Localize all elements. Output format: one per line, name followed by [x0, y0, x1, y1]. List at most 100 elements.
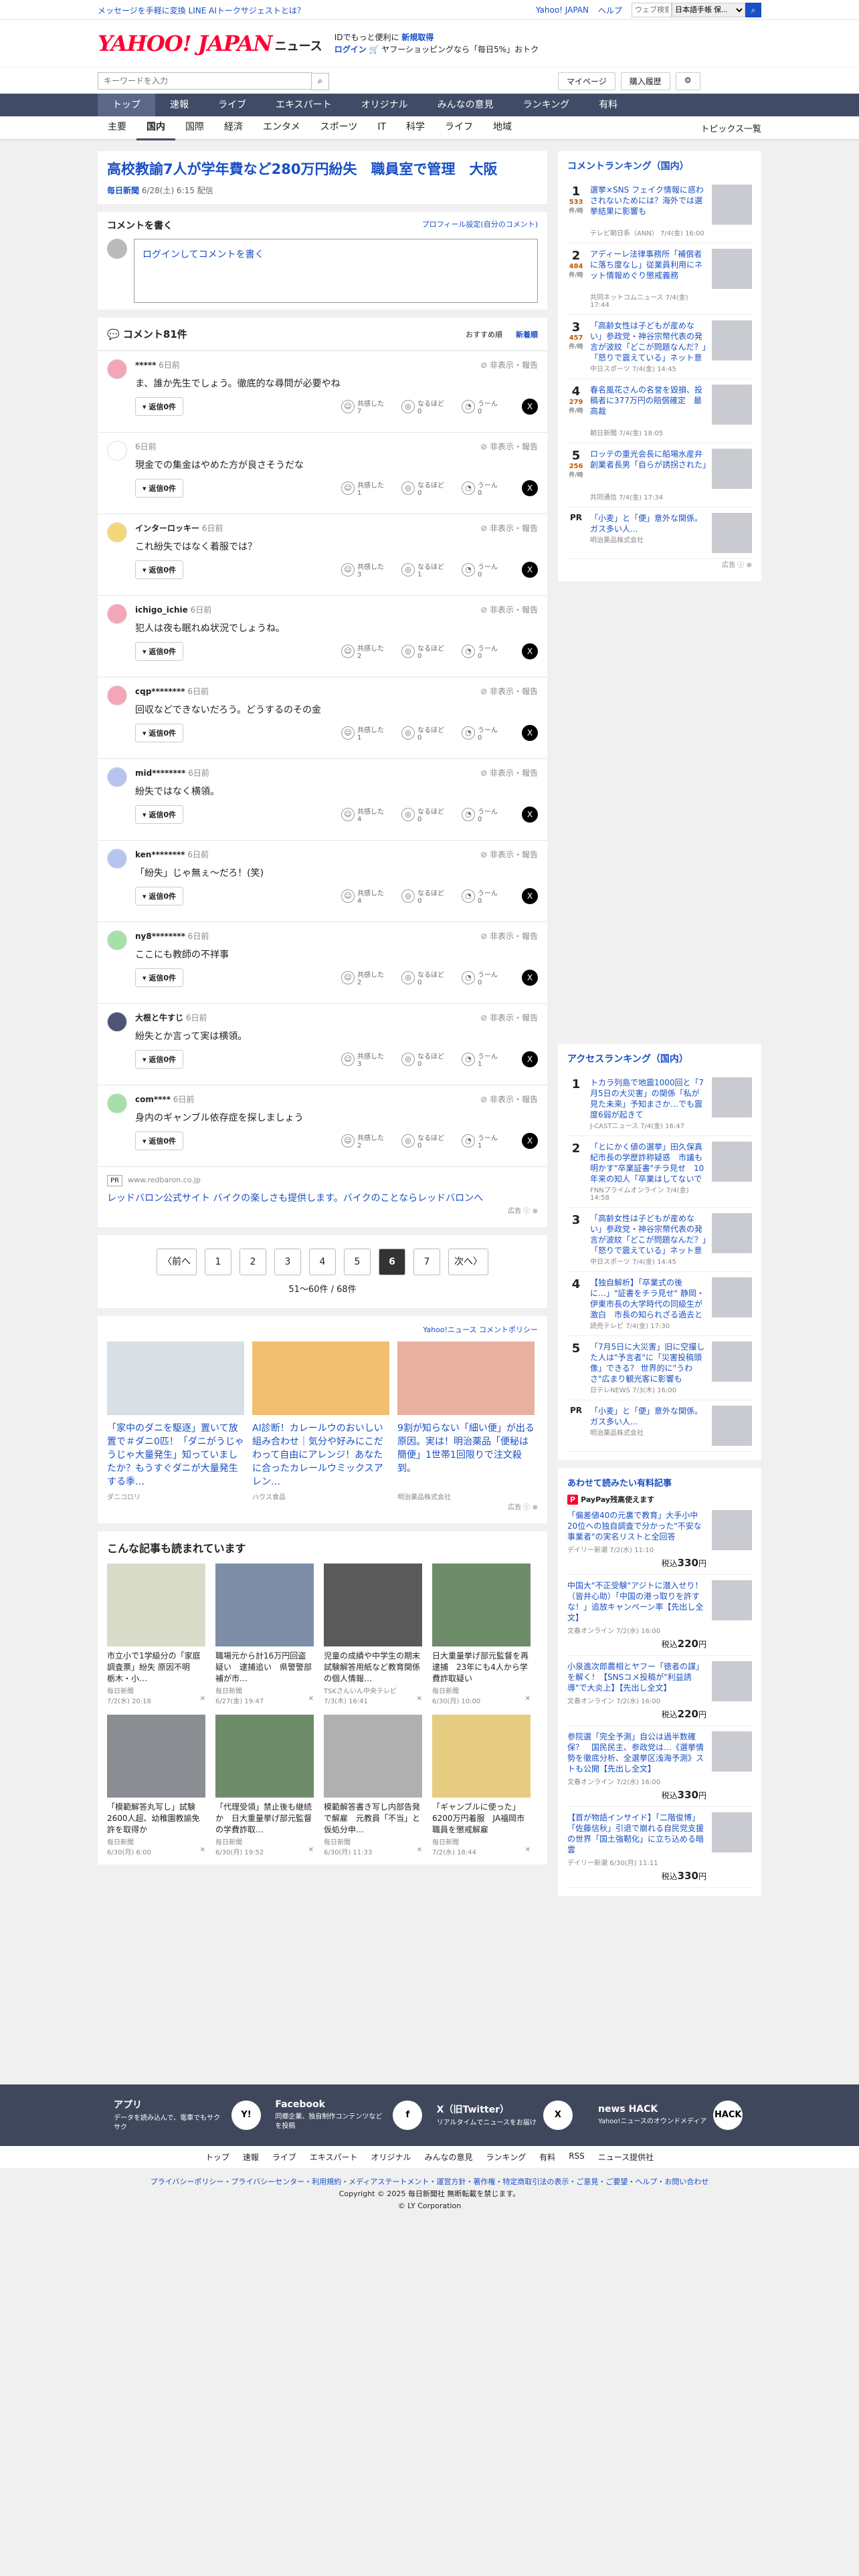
- close-icon[interactable]: ✕: [525, 1846, 531, 1856]
- cat-domestic[interactable]: 国内: [136, 116, 175, 140]
- x-share-icon[interactable]: X: [522, 1051, 538, 1067]
- login-link[interactable]: ログイン: [335, 45, 367, 54]
- report-link[interactable]: ⊘ 非表示・報告: [480, 522, 538, 534]
- insight-button[interactable]: ◎ なるほど 0: [401, 398, 455, 415]
- access-item[interactable]: 4 【独自解析】「卒業式の後に…」"証書をチラ見せ" 静岡・伊東市長の大学時代の同…: [567, 1272, 752, 1336]
- close-icon[interactable]: ✕: [200, 1846, 205, 1856]
- access-item[interactable]: 1 トカラ列島で地震1000回と「7月5日の大災害」の関係「私が見た未来」予知まさ…: [567, 1072, 752, 1136]
- sort-newest[interactable]: 新着順: [516, 329, 538, 340]
- footer-link[interactable]: 速報: [243, 2151, 259, 2163]
- insight-button[interactable]: ◎ なるほど 1: [401, 561, 455, 578]
- keyword-input[interactable]: [98, 72, 312, 90]
- page-1-button[interactable]: 1: [205, 1249, 231, 1275]
- comment-author[interactable]: ichigo_ichie: [135, 605, 188, 615]
- footer-app-link[interactable]: news HACK Yahoo!ニュースのオウンドメディア HACK: [598, 2098, 745, 2133]
- close-icon[interactable]: ✕: [308, 1846, 314, 1856]
- reply-button[interactable]: ▾ 返信0件: [135, 805, 184, 824]
- article-title[interactable]: 高校教諭7人が学年費など280万円紛失 職員室で管理 大阪: [107, 159, 538, 179]
- x-share-icon[interactable]: X: [522, 643, 538, 659]
- access-item[interactable]: 5 「7月5日に大災害」旧に空撮した人は"予言者"に「災害投稿頭像」できる？ 世界…: [567, 1336, 752, 1400]
- cat-local[interactable]: 地域: [483, 116, 522, 140]
- page-6-button[interactable]: 6: [379, 1249, 405, 1275]
- comment-policy-link[interactable]: Yahoo!ニュース コメントポリシー: [107, 1324, 538, 1335]
- paid-article[interactable]: 小泉進次郎農相とヤフー「徳者の謀」を解く！【SNSコメ投稿が"利益誘導"で大炎上…: [567, 1656, 752, 1726]
- comment-author[interactable]: mid********: [135, 768, 185, 778]
- topics-list-link[interactable]: トピックス一覧: [700, 122, 761, 134]
- signup-link[interactable]: 新規取得: [401, 33, 434, 42]
- footer-app-link[interactable]: Facebook 同郷企業、独自制作コンテンツなどを投稿 f: [275, 2098, 423, 2133]
- hmm-button[interactable]: ◔ うーん 0: [462, 724, 515, 742]
- hmm-button[interactable]: ◔ うーん 0: [462, 643, 515, 660]
- insight-button[interactable]: ◎ なるほど 0: [401, 969, 455, 986]
- footer-link[interactable]: エキスパート: [310, 2151, 358, 2163]
- sympathy-button[interactable]: ☺ 共感した 4: [341, 887, 395, 905]
- mypage-button[interactable]: マイページ: [558, 72, 615, 90]
- comment-author[interactable]: インターロッキー: [135, 524, 199, 533]
- sympathy-button[interactable]: ☺ 共感した 1: [341, 724, 395, 742]
- sympathy-button[interactable]: ☺ 共感した 2: [341, 643, 395, 660]
- close-icon[interactable]: ✕: [417, 1846, 422, 1856]
- footer-link[interactable]: 有料: [539, 2151, 555, 2163]
- reply-button[interactable]: ▾ 返信0件: [135, 1132, 184, 1150]
- footer-app-link[interactable]: X（旧Twitter） リアルタイムでニュースをお届け X: [437, 2098, 584, 2133]
- cat-main[interactable]: 主要: [98, 116, 136, 140]
- insight-button[interactable]: ◎ なるほど 0: [401, 724, 455, 742]
- cat-science[interactable]: 科学: [396, 116, 435, 140]
- page-3-button[interactable]: 3: [274, 1249, 301, 1275]
- sympathy-button[interactable]: ☺ 共感した 4: [341, 806, 395, 823]
- footer-link[interactable]: オリジナル: [371, 2151, 411, 2163]
- related-article[interactable]: 「模範解答丸写し」試験 2600人超、幼稚園教諭免許を取得か 毎日新聞 6/30(月…: [107, 1715, 205, 1856]
- hmm-button[interactable]: ◔ うーん 1: [462, 1132, 515, 1150]
- related-article[interactable]: 職場元から計16万円回盗疑い 逮捕追い 県警警部補が市… 毎日新聞 6/27(金) …: [215, 1564, 314, 1705]
- paid-article[interactable]: 「偏差値40の元裏で教育」大手小中20位への独自調査で分かった"不安な事業者"の…: [567, 1505, 752, 1575]
- insight-button[interactable]: ◎ なるほど 0: [401, 643, 455, 660]
- yahoo-news-logo[interactable]: YAHOO! JAPAN ニュース: [98, 33, 322, 54]
- related-article[interactable]: 市立小で1学級分の「家庭調査票」紛失 原因不明 栃木・小… 毎日新聞 7/2(水) …: [107, 1564, 205, 1705]
- report-link[interactable]: ⊘ 非表示・報告: [480, 685, 538, 697]
- footer-app-link[interactable]: アプリ データを読み込んで、電車でもサクサク Y!: [114, 2098, 261, 2133]
- avatar[interactable]: [107, 767, 127, 787]
- page-4-button[interactable]: 4: [309, 1249, 336, 1275]
- cat-entertainment[interactable]: エンタメ: [253, 116, 310, 140]
- close-icon[interactable]: ✕: [200, 1695, 205, 1705]
- hmm-button[interactable]: ◔ うーん 0: [462, 561, 515, 578]
- comment-textarea[interactable]: ログインしてコメントを書く: [134, 239, 538, 303]
- web-search-input[interactable]: [632, 3, 672, 17]
- nav-expert[interactable]: エキスパート: [261, 94, 347, 116]
- comment-author[interactable]: *****: [135, 360, 156, 370]
- sympathy-button[interactable]: ☺ 共感した 2: [341, 1132, 395, 1150]
- report-link[interactable]: ⊘ 非表示・報告: [480, 767, 538, 778]
- close-icon[interactable]: ✕: [417, 1695, 422, 1705]
- avatar[interactable]: [107, 441, 127, 461]
- nav-original[interactable]: オリジナル: [347, 94, 423, 116]
- search-icon[interactable]: ⌕: [745, 3, 761, 17]
- paid-article[interactable]: 参院選「完全予測」自公は過半数確保？ 国民民主、参政党は…《選挙情勢を徹底分析、…: [567, 1726, 752, 1807]
- page-2-button[interactable]: 2: [240, 1249, 266, 1275]
- profile-settings-link[interactable]: プロフィール設定(自分のコメント): [422, 219, 538, 232]
- avatar[interactable]: [107, 930, 127, 950]
- page-7-button[interactable]: 7: [413, 1249, 440, 1275]
- footer-link[interactable]: みんなの意見: [425, 2151, 473, 2163]
- yahoo-japan-link[interactable]: Yahoo! JAPAN: [536, 5, 589, 15]
- cat-sports[interactable]: スポーツ: [310, 116, 368, 140]
- next-page-button[interactable]: 次へ〉: [448, 1249, 488, 1275]
- cat-it[interactable]: IT: [367, 116, 396, 140]
- nav-opinions[interactable]: みんなの意見: [423, 94, 508, 116]
- top-promo-link[interactable]: メッセージを手軽に変換 LINE AIトークサジェストとは？: [98, 5, 305, 16]
- ad-title[interactable]: レッドバロン公式サイト バイクの楽しさも提供します。バイクのことならレッドバロン…: [107, 1192, 538, 1205]
- x-share-icon[interactable]: X: [522, 399, 538, 415]
- reply-button[interactable]: ▾ 返信0件: [135, 642, 184, 661]
- x-share-icon[interactable]: X: [522, 888, 538, 904]
- sort-recommended[interactable]: おすすめ順: [466, 329, 502, 340]
- legal-links[interactable]: プライバシーポリシー・プライバシーセンター・利用規約・メディアステートメント・運…: [0, 2176, 859, 2188]
- ranking-item[interactable]: 5 256 件/時 ロッテの重光会長に船場水産弁 創業者長男「自らが誘拐された」 共同通…: [567, 443, 752, 508]
- report-link[interactable]: ⊘ 非表示・報告: [480, 359, 538, 370]
- access-item[interactable]: 2 「とにかく値の選挙」田久保真紀市長の学歴詐称疑惑 市議も明かす"卒業証書"チラ…: [567, 1136, 752, 1208]
- close-icon[interactable]: ✕: [525, 1695, 531, 1705]
- related-article[interactable]: 「代理受領」禁止後も継続か 日大重量挙げ部元監督の学費詐取… 毎日新聞 6/30(月…: [215, 1715, 314, 1856]
- hmm-button[interactable]: ◔ うーん 0: [462, 806, 515, 823]
- related-article[interactable]: 児童の成績や中学生の期末試験解答用紙など教育関係の個人情報… TSKさんいん中央テ…: [324, 1564, 422, 1705]
- report-link[interactable]: ⊘ 非表示・報告: [480, 441, 538, 452]
- avatar[interactable]: [107, 604, 127, 624]
- nav-flash[interactable]: 速報: [155, 94, 203, 116]
